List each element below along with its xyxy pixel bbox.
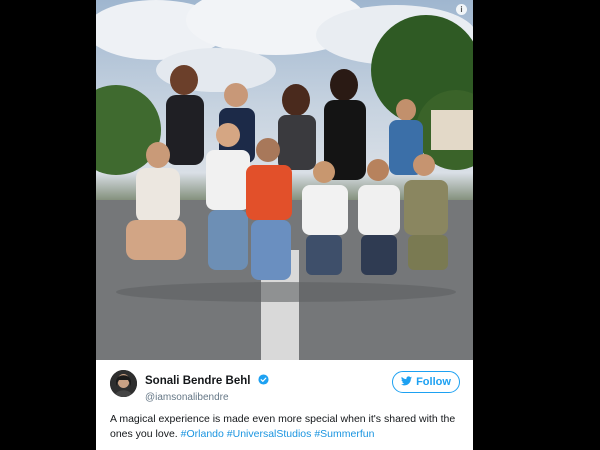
- embedded-tweet-card: i Sonali Bendre Behl @iamsonalibendre Fo…: [96, 0, 473, 450]
- avatar[interactable]: [110, 370, 137, 397]
- tweet-text: A magical experience is made even more s…: [110, 412, 460, 442]
- hashtag-link[interactable]: #UniversalStudios: [227, 428, 312, 440]
- follow-label: Follow: [416, 376, 451, 388]
- verified-badge-icon: [258, 372, 269, 390]
- follow-button[interactable]: Follow: [392, 371, 460, 393]
- tweet-photo[interactable]: i: [96, 0, 473, 360]
- author-display-name[interactable]: Sonali Bendre Behl: [145, 375, 250, 387]
- group-photo-illustration: [96, 0, 473, 360]
- page-background: i Sonali Bendre Behl @iamsonalibendre Fo…: [0, 0, 600, 450]
- author-block: Sonali Bendre Behl @iamsonalibendre: [145, 372, 269, 403]
- avatar-image: [110, 370, 137, 397]
- tweet-header: Sonali Bendre Behl @iamsonalibendre Foll…: [110, 370, 460, 403]
- hashtag-link[interactable]: #Summerfun: [314, 428, 374, 440]
- info-icon[interactable]: i: [456, 4, 467, 15]
- author-handle[interactable]: @iamsonalibendre: [145, 392, 269, 403]
- hashtag-link[interactable]: #Orlando: [181, 428, 224, 440]
- twitter-bird-icon: [401, 375, 413, 389]
